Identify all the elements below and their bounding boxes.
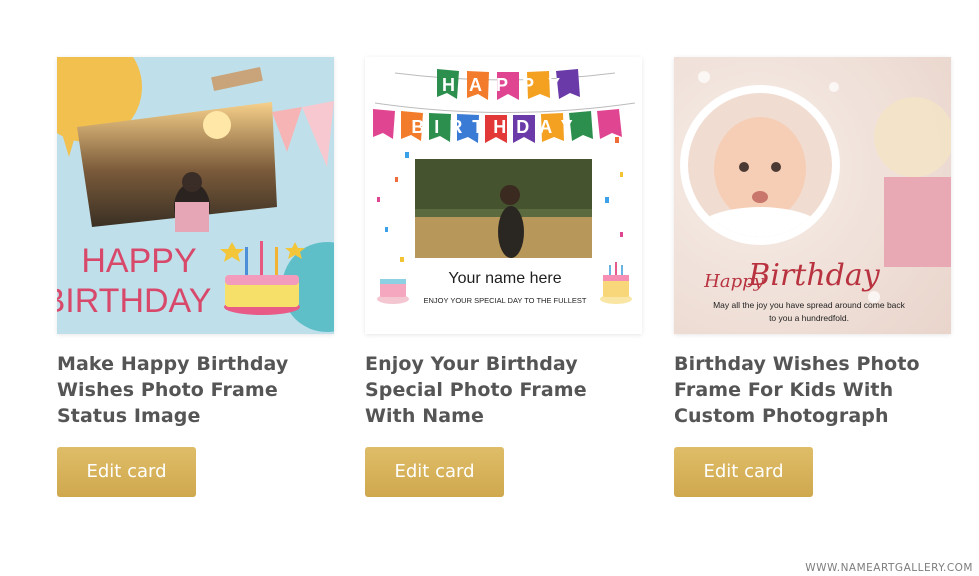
- edit-card-button[interactable]: Edit card: [674, 447, 813, 497]
- card-thumbnail[interactable]: Happy Birthday May all the joy you have …: [674, 57, 951, 334]
- card-thumbnail-image: Happy Birthday May all the joy you have …: [674, 57, 951, 334]
- image-text-tagline: ENJOY YOUR SPECIAL DAY TO THE FULLEST: [424, 296, 587, 305]
- image-text-birthday: BIRTHDAY: [57, 282, 211, 320]
- image-text-banner-birthday: BIRTHDAY: [411, 117, 582, 137]
- image-text-birthday: Birthday: [747, 258, 880, 293]
- image-text-message-2: to you a hundredfold.: [769, 313, 849, 323]
- card-thumbnail-image: HAPPY BIRTHDAY: [57, 57, 334, 334]
- card-title[interactable]: Birthday Wishes Photo Frame For Kids Wit…: [674, 351, 951, 429]
- edit-card-button[interactable]: Edit card: [57, 447, 196, 497]
- image-text-banner-happy: HAPPY: [442, 75, 574, 95]
- watermark: WWW.NAMEARTGALLERY.COM: [805, 562, 973, 574]
- image-text-name: Your name here: [448, 270, 561, 287]
- edit-card-button[interactable]: Edit card: [365, 447, 504, 497]
- card-title[interactable]: Make Happy Birthday Wishes Photo Frame S…: [57, 351, 334, 429]
- card-thumbnail[interactable]: HAPPY BIRTHDAY Your name here ENJOY YOUR…: [365, 57, 642, 334]
- image-text-message-1: May all the joy you have spread around c…: [713, 300, 906, 310]
- image-text-happy: HAPPY: [81, 242, 196, 280]
- card-title[interactable]: Enjoy Your Birthday Special Photo Frame …: [365, 351, 642, 429]
- card-happy-birthday-status[interactable]: HAPPY BIRTHDAY Make Happy Birthday Wishe…: [57, 57, 334, 497]
- card-birthday-special-name[interactable]: HAPPY BIRTHDAY Your name here ENJOY YOUR…: [365, 57, 642, 497]
- card-thumbnail[interactable]: HAPPY BIRTHDAY: [57, 57, 334, 334]
- card-kids-custom-photo[interactable]: Happy Birthday May all the joy you have …: [674, 57, 951, 497]
- card-thumbnail-image: HAPPY BIRTHDAY Your name here ENJOY YOUR…: [365, 57, 642, 334]
